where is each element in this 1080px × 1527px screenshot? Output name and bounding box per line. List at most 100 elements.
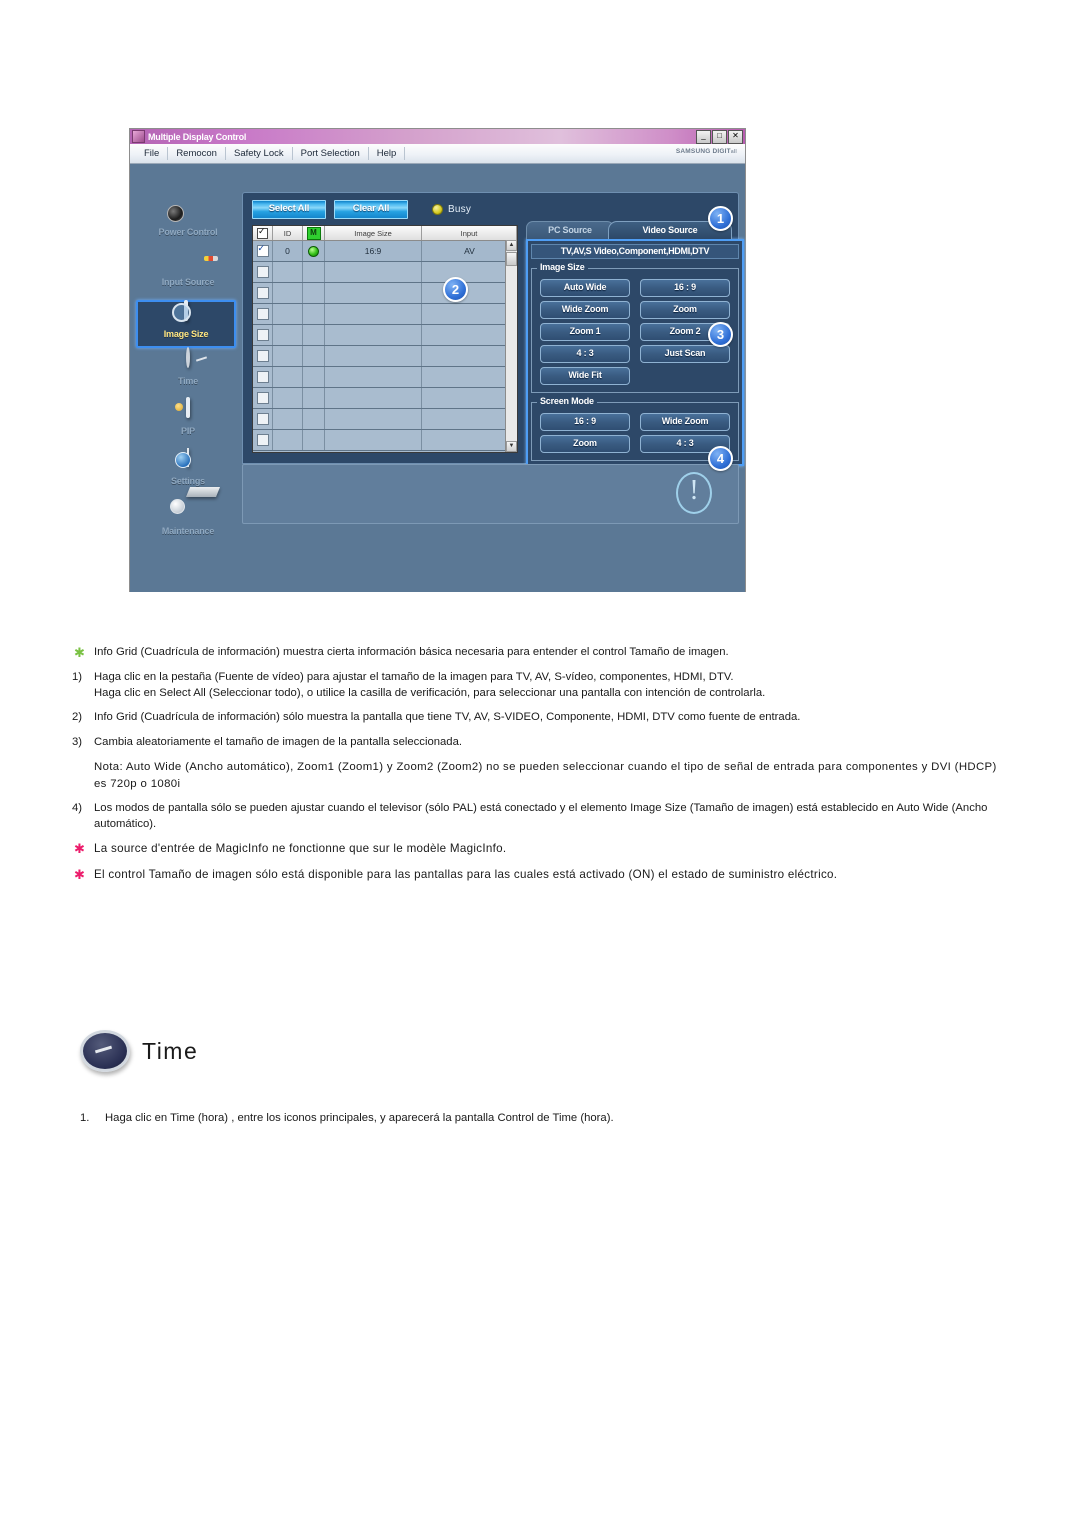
row-checkbox-cell[interactable] bbox=[253, 262, 273, 282]
grid-scrollbar[interactable]: ▲ ▼ bbox=[505, 240, 517, 452]
busy-indicator: Busy bbox=[432, 204, 471, 215]
checkbox-unchecked-icon[interactable] bbox=[256, 287, 269, 299]
checkbox-unchecked-icon[interactable] bbox=[256, 329, 269, 341]
close-button[interactable]: ✕ bbox=[728, 130, 743, 144]
list-marker-4: 4) bbox=[72, 802, 83, 814]
list-text-4: Los modos de pantalla sólo se pueden aju… bbox=[94, 802, 988, 830]
row-checkbox-cell[interactable] bbox=[253, 367, 273, 387]
table-row[interactable] bbox=[253, 409, 517, 430]
menu-remocon[interactable]: Remocon bbox=[168, 147, 226, 160]
callout-badge-4: 4 bbox=[708, 446, 733, 471]
menu-safety-lock[interactable]: Safety Lock bbox=[226, 147, 293, 160]
row-image-size-cell bbox=[325, 430, 422, 450]
column-header-select-all[interactable] bbox=[253, 226, 273, 240]
row-power-cell bbox=[303, 346, 325, 366]
sidebar-item-image-size[interactable]: Image Size bbox=[136, 300, 236, 348]
table-row[interactable]: 0 16:9 AV bbox=[253, 241, 517, 262]
list-marker-3: 3) bbox=[72, 735, 83, 748]
row-id-cell bbox=[273, 304, 303, 324]
row-image-size-cell bbox=[325, 262, 422, 282]
camera-icon bbox=[169, 200, 207, 230]
menu-port-selection[interactable]: Port Selection bbox=[293, 147, 369, 160]
button-auto-wide[interactable]: Auto Wide bbox=[540, 279, 630, 297]
select-all-button[interactable]: Select All bbox=[252, 200, 326, 219]
sidebar-item-power-control[interactable]: Power Control bbox=[136, 200, 240, 249]
sidebar-item-maintenance[interactable]: Maintenance bbox=[136, 499, 240, 548]
table-row[interactable] bbox=[253, 430, 517, 451]
checkbox-unchecked-icon[interactable] bbox=[256, 350, 269, 362]
row-id-cell bbox=[273, 262, 303, 282]
button-just-scan[interactable]: Just Scan bbox=[640, 345, 730, 363]
screen-mode-button-zoom[interactable]: Zoom bbox=[540, 435, 630, 453]
row-checkbox-cell[interactable] bbox=[253, 430, 273, 450]
row-power-cell bbox=[303, 409, 325, 429]
row-checkbox-cell[interactable] bbox=[253, 409, 273, 429]
checkbox-unchecked-icon[interactable] bbox=[256, 413, 269, 425]
menu-help[interactable]: Help bbox=[369, 147, 406, 160]
window-title: Multiple Display Control bbox=[148, 131, 247, 142]
button-4-3[interactable]: 4 : 3 bbox=[540, 345, 630, 363]
checkbox-unchecked-icon[interactable] bbox=[256, 266, 269, 278]
row-id-cell bbox=[273, 388, 303, 408]
row-checkbox-cell[interactable] bbox=[253, 304, 273, 324]
list-marker-1: 1) bbox=[72, 671, 83, 683]
checkbox-unchecked-icon[interactable] bbox=[256, 434, 269, 446]
row-checkbox-cell[interactable] bbox=[253, 283, 273, 303]
clear-all-button[interactable]: Clear All bbox=[334, 200, 408, 219]
note-item-power-on: ✱ El control Tamaño de imagen sólo está … bbox=[72, 867, 1012, 884]
checkbox-unchecked-icon[interactable] bbox=[256, 308, 269, 320]
checkbox-unchecked-icon[interactable] bbox=[256, 371, 269, 383]
star-bullet-pink-icon-1: ✱ bbox=[74, 841, 85, 856]
table-row[interactable] bbox=[253, 304, 517, 325]
row-checkbox-cell[interactable] bbox=[253, 241, 273, 261]
row-checkbox-cell[interactable] bbox=[253, 388, 273, 408]
checkbox-unchecked-icon[interactable] bbox=[256, 392, 269, 404]
sidebar-item-input-source[interactable]: Input Source bbox=[136, 250, 240, 299]
power-on-led-icon bbox=[308, 245, 319, 257]
screen-mode-button-wide-zoom[interactable]: Wide Zoom bbox=[640, 413, 730, 431]
busy-led-icon bbox=[432, 204, 443, 215]
scroll-up-arrow-icon[interactable]: ▲ bbox=[506, 240, 517, 251]
button-wide-fit[interactable]: Wide Fit bbox=[540, 367, 630, 385]
row-power-cell bbox=[303, 430, 325, 450]
video-source-panel: TV,AV,S Video,Component,HDMI,DTV Image S… bbox=[526, 239, 744, 466]
maximize-button[interactable]: □ bbox=[712, 130, 727, 144]
scroll-down-arrow-icon[interactable]: ▼ bbox=[506, 441, 517, 452]
table-row[interactable] bbox=[253, 367, 517, 388]
button-zoom[interactable]: Zoom bbox=[640, 301, 730, 319]
list-item-1: 1) Haga clic en la pestaña (Fuente de ví… bbox=[72, 670, 1012, 701]
sidebar: Power Control Input Source Image Size Ti… bbox=[136, 200, 240, 549]
table-row[interactable] bbox=[253, 346, 517, 367]
list-text-3: Cambia aleatoriamente el tamaño de image… bbox=[94, 735, 463, 748]
screen-mode-button-16-9[interactable]: 16 : 9 bbox=[540, 413, 630, 431]
scrollbar-thumb[interactable] bbox=[506, 252, 517, 266]
row-checkbox-cell[interactable] bbox=[253, 325, 273, 345]
row-input-cell: AV bbox=[464, 246, 475, 256]
list-marker-2: 2) bbox=[72, 711, 83, 723]
row-checkbox-cell[interactable] bbox=[253, 346, 273, 366]
sidebar-item-time[interactable]: Time bbox=[136, 347, 240, 398]
table-row[interactable] bbox=[253, 388, 517, 409]
note-text-power-on: El control Tamaño de imagen sólo está di… bbox=[94, 867, 838, 881]
button-zoom-1[interactable]: Zoom 1 bbox=[540, 323, 630, 341]
callout-badge-3: 3 bbox=[708, 322, 733, 347]
row-image-size-cell bbox=[325, 304, 422, 324]
sidebar-item-pip[interactable]: PIP bbox=[136, 397, 240, 448]
time-section-step: 1. Haga clic en Time (hora) , entre los … bbox=[80, 1112, 614, 1124]
table-row[interactable] bbox=[253, 283, 517, 304]
status-bar bbox=[242, 464, 739, 524]
row-power-cell bbox=[303, 283, 325, 303]
column-header-input: Input bbox=[422, 226, 517, 240]
row-input-cell bbox=[422, 283, 517, 303]
row-id-cell bbox=[273, 283, 303, 303]
table-row[interactable] bbox=[253, 325, 517, 346]
menu-file[interactable]: File bbox=[136, 147, 169, 160]
minimize-button[interactable]: _ bbox=[696, 130, 711, 144]
header-checkbox-icon[interactable] bbox=[257, 226, 268, 239]
table-row[interactable] bbox=[253, 262, 517, 283]
button-16-9[interactable]: 16 : 9 bbox=[640, 279, 730, 297]
checkbox-checked-icon[interactable] bbox=[256, 243, 269, 257]
tab-pc-source[interactable]: PC Source bbox=[526, 221, 614, 239]
button-wide-zoom[interactable]: Wide Zoom bbox=[540, 301, 630, 319]
info-grid-body: 0 16:9 AV bbox=[253, 241, 517, 452]
